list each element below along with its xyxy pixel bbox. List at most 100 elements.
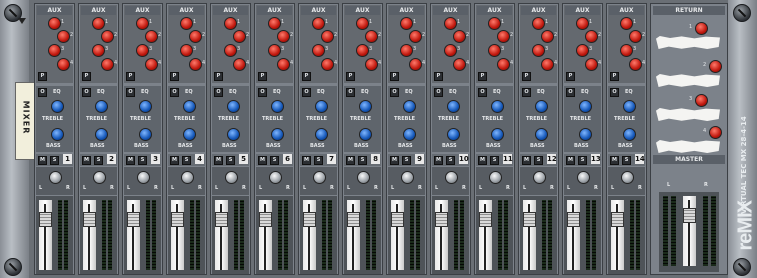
aux-send-knob-2[interactable] xyxy=(277,30,290,43)
level-fader-track[interactable] xyxy=(303,200,316,270)
aux-send-knob-1[interactable] xyxy=(48,17,61,30)
aux-send-knob-3[interactable] xyxy=(488,44,501,57)
level-fader-track[interactable] xyxy=(347,200,360,270)
pan-knob[interactable] xyxy=(577,171,590,184)
aux-send-knob-1[interactable] xyxy=(400,17,413,30)
pre-fader-button[interactable]: P xyxy=(38,72,47,81)
level-fader-handle[interactable] xyxy=(347,212,360,227)
bass-knob[interactable] xyxy=(623,128,636,141)
return-scribble-strip[interactable] xyxy=(656,36,720,49)
treble-knob[interactable] xyxy=(183,100,196,113)
aux-send-knob-4[interactable] xyxy=(101,58,114,71)
return-scribble-strip[interactable] xyxy=(656,74,720,87)
aux-send-knob-3[interactable] xyxy=(356,44,369,57)
bass-knob[interactable] xyxy=(579,128,592,141)
solo-button[interactable]: S xyxy=(446,156,455,165)
aux-send-knob-2[interactable] xyxy=(189,30,202,43)
level-fader-track[interactable] xyxy=(127,200,140,270)
aux-send-knob-1[interactable] xyxy=(488,17,501,30)
bass-knob[interactable] xyxy=(315,128,328,141)
solo-button[interactable]: S xyxy=(138,156,147,165)
aux-send-knob-4[interactable] xyxy=(277,58,290,71)
aux-send-knob-1[interactable] xyxy=(136,17,149,30)
aux-send-knob-4[interactable] xyxy=(321,58,334,71)
aux-send-knob-3[interactable] xyxy=(268,44,281,57)
aux-send-knob-4[interactable] xyxy=(453,58,466,71)
treble-knob[interactable] xyxy=(139,100,152,113)
pre-fader-button[interactable]: P xyxy=(170,72,179,81)
aux-send-knob-3[interactable] xyxy=(180,44,193,57)
eq-on-button[interactable]: O xyxy=(610,88,619,97)
mute-button[interactable]: M xyxy=(214,156,223,165)
aux-send-knob-4[interactable] xyxy=(145,58,158,71)
fold-triangle-icon[interactable] xyxy=(18,18,26,24)
aux-send-knob-4[interactable] xyxy=(189,58,202,71)
mute-button[interactable]: M xyxy=(82,156,91,165)
master-fader-handle[interactable] xyxy=(683,208,696,223)
pre-fader-button[interactable]: P xyxy=(214,72,223,81)
solo-button[interactable]: S xyxy=(622,156,631,165)
bass-knob[interactable] xyxy=(271,128,284,141)
bass-knob[interactable] xyxy=(95,128,108,141)
pre-fader-button[interactable]: P xyxy=(82,72,91,81)
aux-send-knob-1[interactable] xyxy=(180,17,193,30)
treble-knob[interactable] xyxy=(315,100,328,113)
pan-knob[interactable] xyxy=(621,171,634,184)
treble-knob[interactable] xyxy=(359,100,372,113)
aux-send-knob-3[interactable] xyxy=(92,44,105,57)
return-level-knob-3[interactable] xyxy=(695,94,708,107)
level-fader-track[interactable] xyxy=(215,200,228,270)
mute-button[interactable]: M xyxy=(258,156,267,165)
level-fader-track[interactable] xyxy=(435,200,448,270)
aux-send-knob-3[interactable] xyxy=(400,44,413,57)
pre-fader-button[interactable]: P xyxy=(610,72,619,81)
level-fader-handle[interactable] xyxy=(127,212,140,227)
pre-fader-button[interactable]: P xyxy=(258,72,267,81)
pan-knob[interactable] xyxy=(269,171,282,184)
aux-send-knob-2[interactable] xyxy=(101,30,114,43)
return-scribble-strip[interactable] xyxy=(656,140,720,153)
solo-button[interactable]: S xyxy=(534,156,543,165)
solo-button[interactable]: S xyxy=(270,156,279,165)
mute-button[interactable]: M xyxy=(38,156,47,165)
aux-send-knob-2[interactable] xyxy=(321,30,334,43)
level-fader-handle[interactable] xyxy=(83,212,96,227)
solo-button[interactable]: S xyxy=(50,156,59,165)
solo-button[interactable]: S xyxy=(94,156,103,165)
bass-knob[interactable] xyxy=(139,128,152,141)
level-fader-track[interactable] xyxy=(259,200,272,270)
aux-send-knob-2[interactable] xyxy=(541,30,554,43)
mute-button[interactable]: M xyxy=(390,156,399,165)
pan-knob[interactable] xyxy=(445,171,458,184)
level-fader-handle[interactable] xyxy=(523,212,536,227)
eq-on-button[interactable]: O xyxy=(170,88,179,97)
mute-button[interactable]: M xyxy=(610,156,619,165)
treble-knob[interactable] xyxy=(403,100,416,113)
eq-on-button[interactable]: O xyxy=(478,88,487,97)
pan-knob[interactable] xyxy=(225,171,238,184)
pre-fader-button[interactable]: P xyxy=(346,72,355,81)
aux-send-knob-3[interactable] xyxy=(532,44,545,57)
level-fader-handle[interactable] xyxy=(259,212,272,227)
bass-knob[interactable] xyxy=(359,128,372,141)
bass-knob[interactable] xyxy=(227,128,240,141)
level-fader-handle[interactable] xyxy=(391,212,404,227)
aux-send-knob-2[interactable] xyxy=(145,30,158,43)
level-fader-handle[interactable] xyxy=(171,212,184,227)
bass-knob[interactable] xyxy=(403,128,416,141)
pre-fader-button[interactable]: P xyxy=(522,72,531,81)
eq-on-button[interactable]: O xyxy=(258,88,267,97)
aux-send-knob-4[interactable] xyxy=(57,58,70,71)
mute-button[interactable]: M xyxy=(566,156,575,165)
pre-fader-button[interactable]: P xyxy=(566,72,575,81)
pre-fader-button[interactable]: P xyxy=(434,72,443,81)
bass-knob[interactable] xyxy=(491,128,504,141)
bass-knob[interactable] xyxy=(51,128,64,141)
level-fader-handle[interactable] xyxy=(479,212,492,227)
aux-send-knob-4[interactable] xyxy=(233,58,246,71)
level-fader-track[interactable] xyxy=(171,200,184,270)
aux-send-knob-4[interactable] xyxy=(409,58,422,71)
aux-send-knob-4[interactable] xyxy=(585,58,598,71)
return-level-knob-1[interactable] xyxy=(695,22,708,35)
pan-knob[interactable] xyxy=(313,171,326,184)
